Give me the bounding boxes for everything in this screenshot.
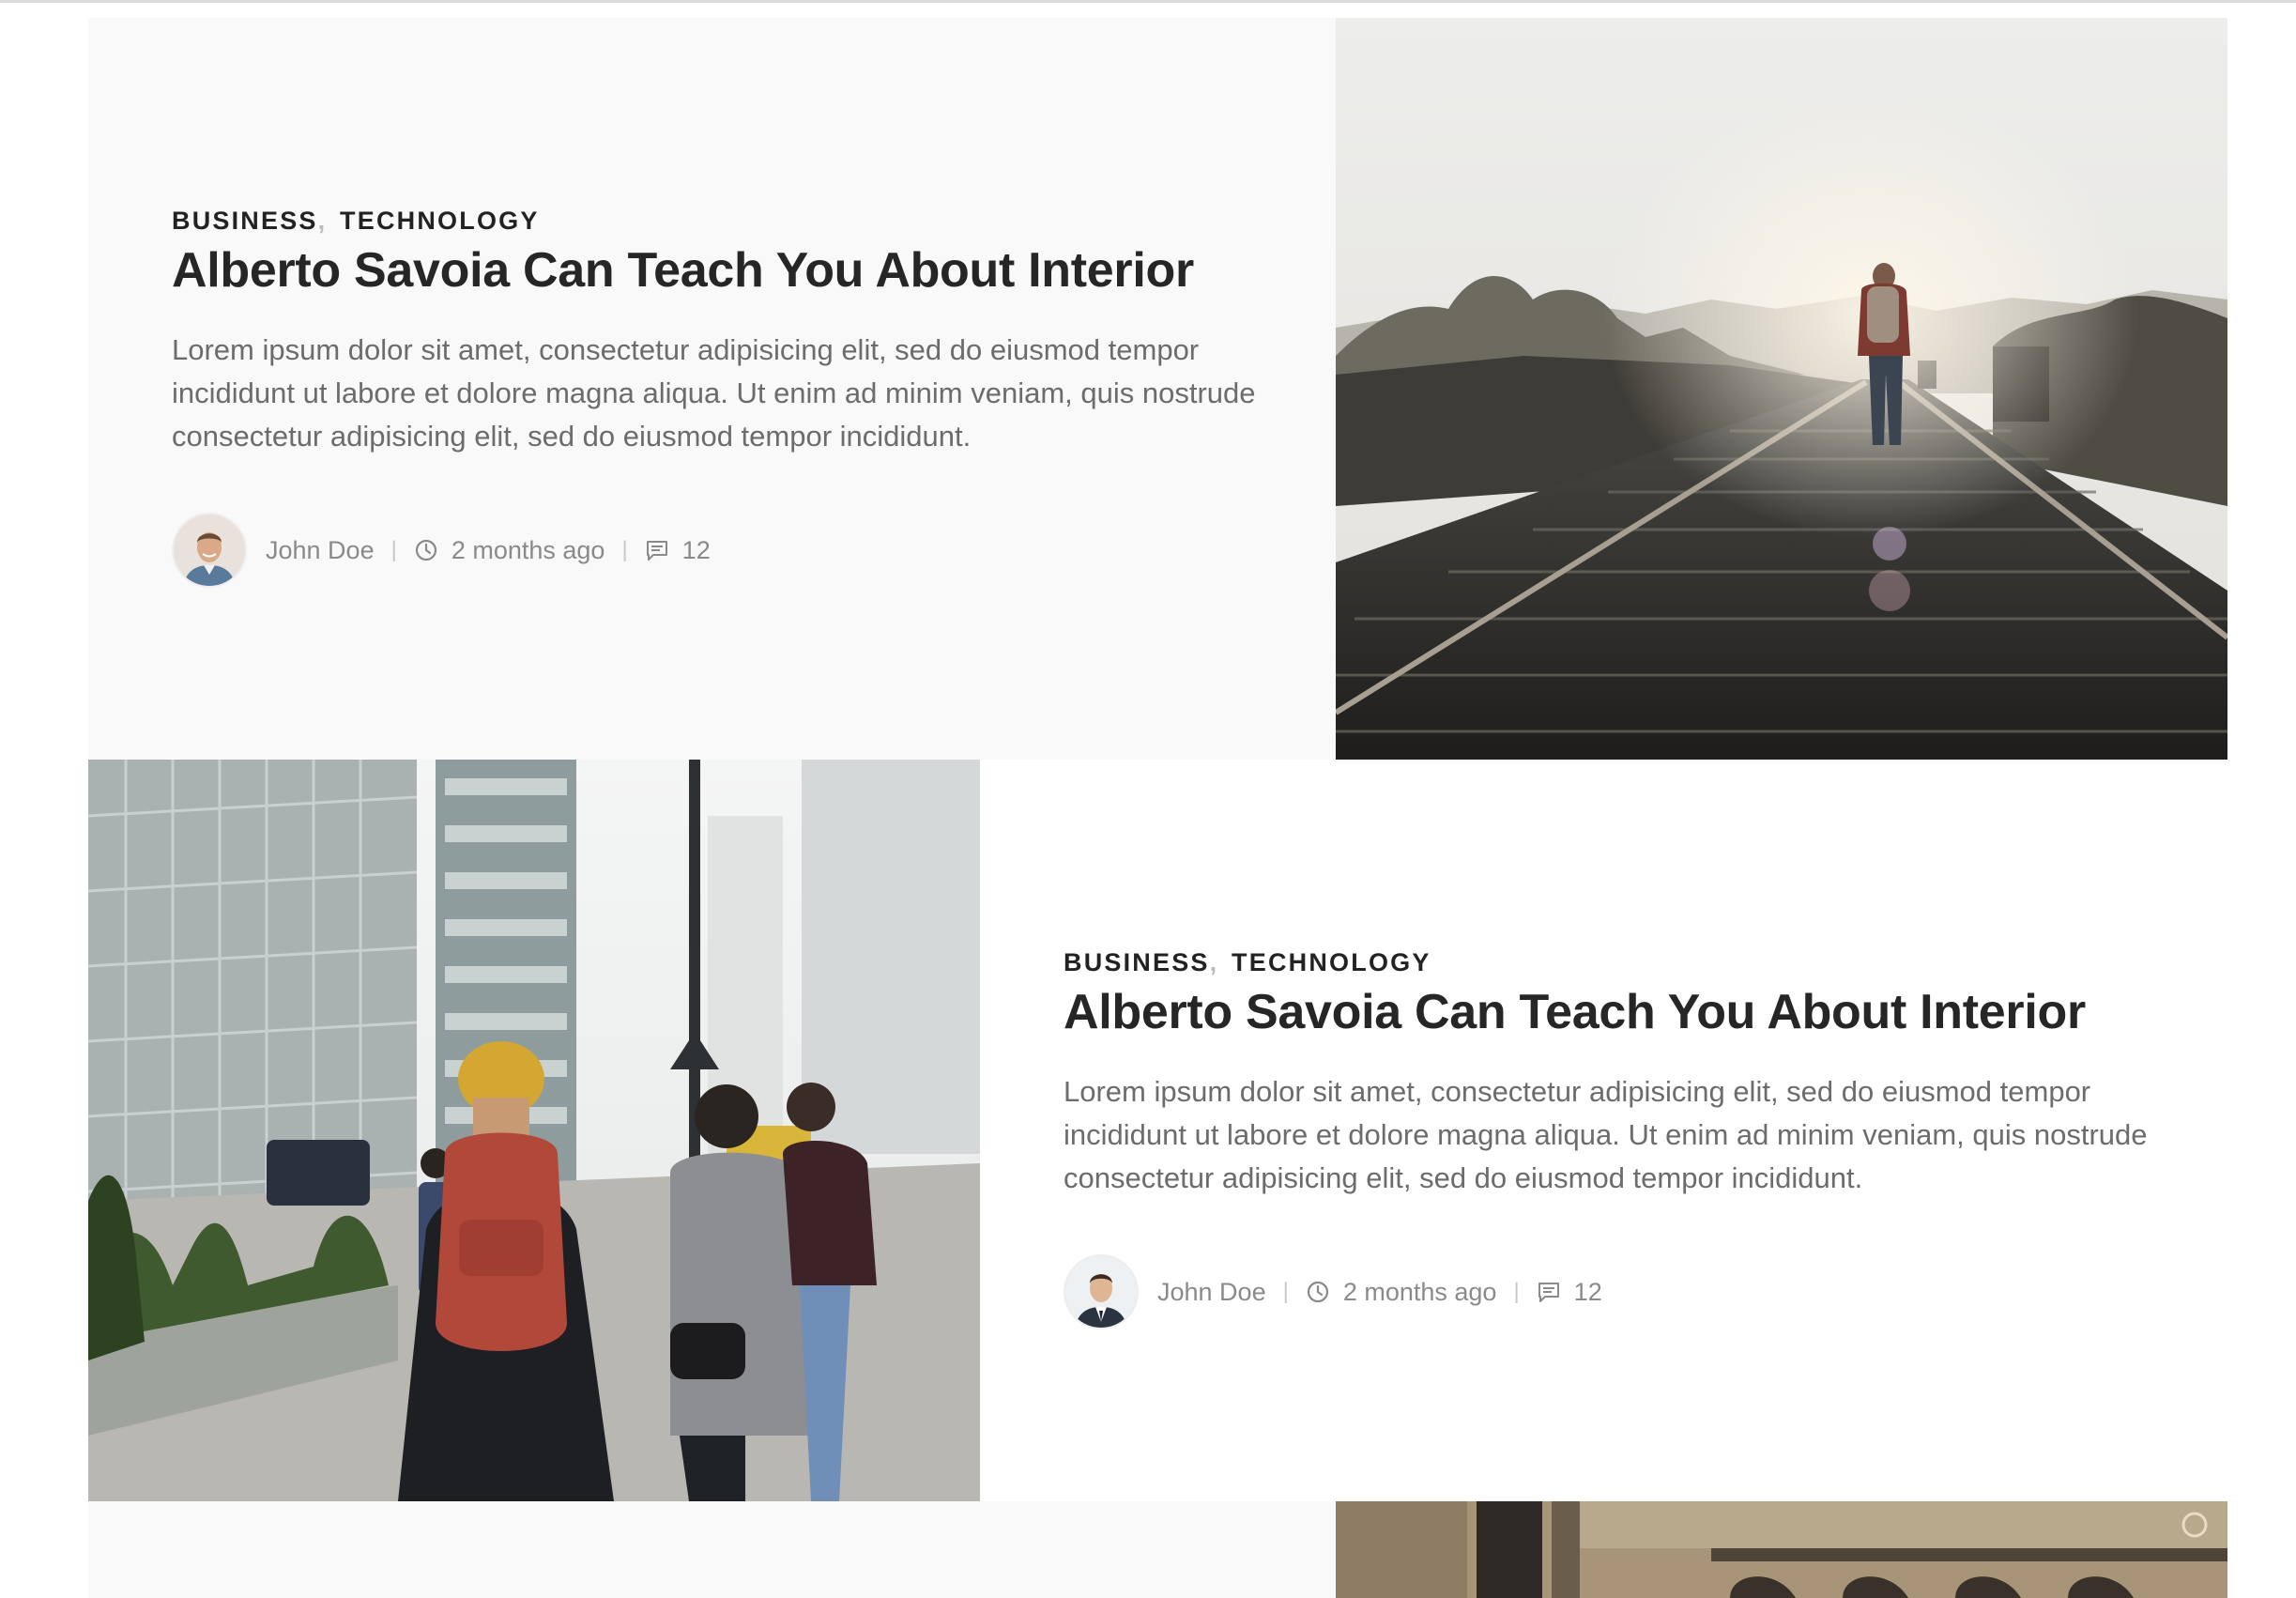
post-row-2: BUSINESS, TECHNOLOGY Alberto Savoia Can … [88, 760, 2227, 1501]
post-categories: BUSINESS, TECHNOLOGY [1064, 946, 2218, 978]
post-text-2: BUSINESS, TECHNOLOGY Alberto Savoia Can … [1064, 946, 2218, 1329]
clock-icon [1307, 1281, 1328, 1303]
author-avatar[interactable] [172, 513, 247, 588]
post-row-1: BUSINESS, TECHNOLOGY Alberto Savoia Can … [88, 18, 2227, 760]
comment-icon [1538, 1283, 1559, 1302]
meta-separator: | [621, 537, 628, 562]
author-avatar[interactable] [1064, 1254, 1139, 1329]
post-comments[interactable]: 12 [645, 536, 711, 565]
top-border [0, 0, 2296, 3]
post-excerpt: Lorem ipsum dolor sit amet, consectetur … [172, 333, 1256, 453]
post-excerpt: Lorem ipsum dolor sit amet, consectetur … [1064, 1075, 2148, 1194]
comment-count: 12 [1573, 1277, 1602, 1306]
post-meta: John Doe | 2 months ago | 12 [1064, 1254, 2218, 1329]
post-meta: John Doe | 2 months ago | 12 [172, 513, 1326, 588]
meta-separator: | [1282, 1279, 1289, 1304]
post-text-1: BUSINESS, TECHNOLOGY Alberto Savoia Can … [172, 205, 1326, 588]
post-image-architecture[interactable] [1336, 1501, 2227, 1598]
post-categories: BUSINESS, TECHNOLOGY [172, 205, 1326, 237]
post-date-text: 2 months ago [1342, 1277, 1497, 1306]
category-separator: , [317, 207, 328, 235]
category-link[interactable]: TECHNOLOGY [1232, 948, 1431, 976]
post-image-city-walk[interactable] [88, 760, 980, 1501]
category-separator: , [1209, 948, 1219, 976]
post-title[interactable]: Alberto Savoia Can Teach You About Inter… [1064, 984, 2218, 1040]
category-link[interactable]: BUSINESS [172, 207, 318, 235]
meta-separator: | [1513, 1279, 1520, 1304]
post-comments[interactable]: 12 [1537, 1278, 1602, 1307]
post-date-text: 2 months ago [451, 535, 605, 564]
post-image-railway[interactable] [1336, 18, 2227, 760]
comment-icon [646, 541, 667, 561]
category-link[interactable]: BUSINESS [1064, 948, 1210, 976]
post-date: 2 months ago [1306, 1277, 1497, 1307]
post-title[interactable]: Alberto Savoia Can Teach You About Inter… [172, 242, 1326, 299]
author-name[interactable]: John Doe [1157, 1278, 1266, 1307]
meta-separator: | [390, 537, 397, 562]
category-link[interactable]: TECHNOLOGY [340, 207, 540, 235]
post-row-3 [88, 1501, 2227, 1598]
author-name[interactable]: John Doe [266, 536, 375, 565]
post-date: 2 months ago [414, 536, 605, 565]
comment-count: 12 [681, 535, 711, 564]
clock-icon [415, 539, 436, 561]
